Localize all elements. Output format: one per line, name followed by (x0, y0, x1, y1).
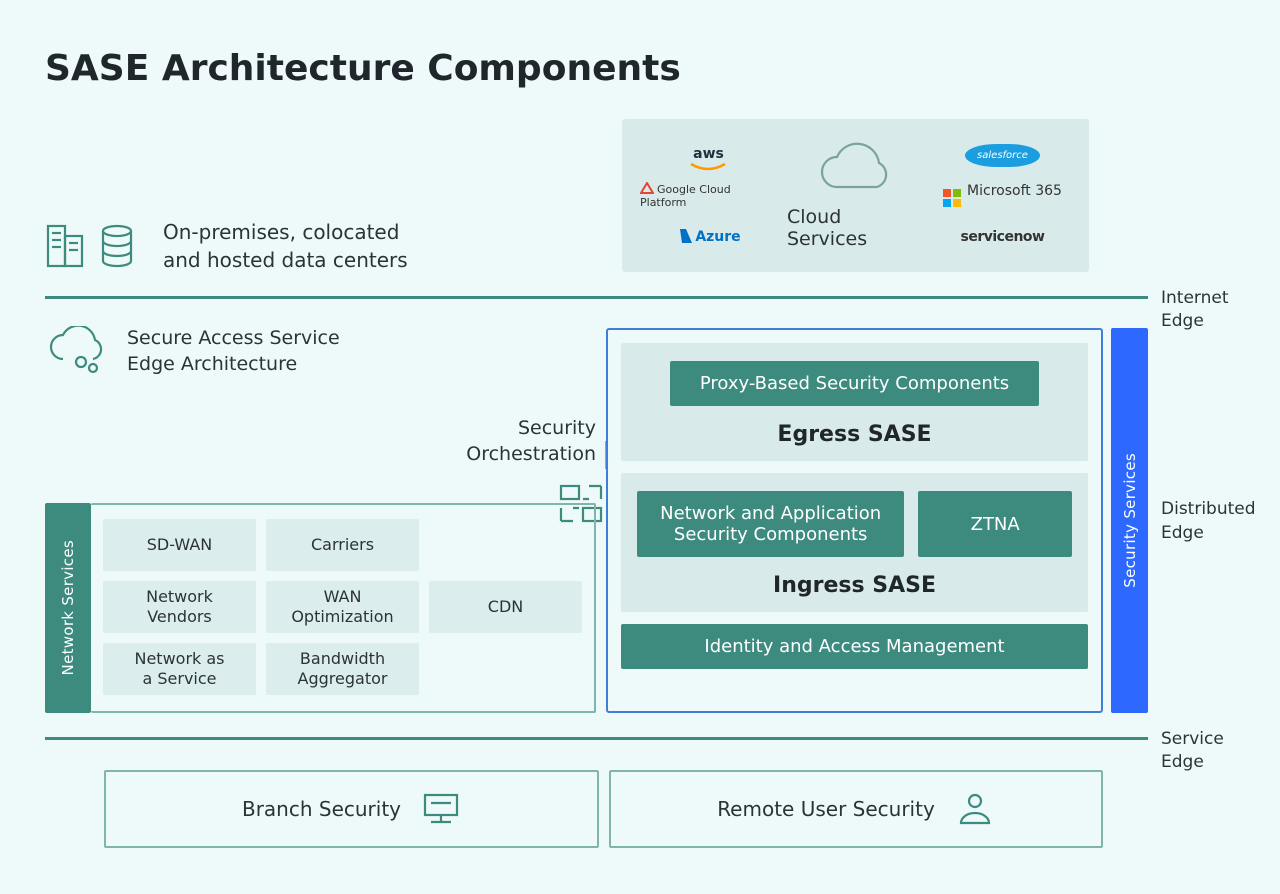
monitor-icon (421, 791, 461, 827)
internet-edge-label: Internet Edge (1161, 287, 1229, 333)
netsvc-item: WAN Optimization (266, 581, 419, 633)
logo-aws: aws (693, 146, 724, 162)
page-title: SASE Architecture Components (45, 48, 681, 89)
cloud-services-panel: aws Cloud Services salesforce Google Clo… (622, 119, 1089, 272)
cloud-icon (812, 142, 900, 198)
egress-title: Egress SASE (777, 422, 931, 447)
ingress-title: Ingress SASE (773, 573, 936, 598)
sase-box: Proxy-Based Security Components Egress S… (606, 328, 1103, 713)
service-edge-label: Service Edge (1161, 728, 1224, 774)
onprem-block: On-premises, colocated and hosted data c… (45, 218, 408, 274)
remote-user-security-box: Remote User Security (609, 770, 1103, 848)
branch-security-label: Branch Security (242, 797, 401, 821)
user-icon (955, 791, 995, 827)
internet-edge-divider: Internet Edge (45, 296, 1148, 299)
logo-azure: Azure (676, 229, 740, 245)
distributed-edge-label: Distributed Edge (1161, 498, 1256, 546)
logo-gcp: Google Cloud Platform (640, 182, 777, 209)
netsvc-item: Network as a Service (103, 643, 256, 695)
ingress-sase-panel: Network and Application Security Compone… (621, 473, 1088, 612)
onprem-line2: and hosted data centers (163, 246, 408, 274)
service-edge-divider: Service Edge (45, 737, 1148, 740)
egress-bar: Proxy-Based Security Components (670, 361, 1040, 406)
database-icon (99, 223, 135, 269)
logo-salesforce: salesforce (965, 146, 1040, 162)
security-services-sidebar-label: Security Services (1121, 453, 1139, 588)
ingress-bar-left: Network and Application Security Compone… (637, 491, 904, 557)
security-services-sidebar: Security Services (1111, 328, 1148, 713)
sase-label-line2: Edge Architecture (127, 352, 340, 378)
ingress-bar-right: ZTNA (918, 491, 1072, 557)
network-services-sidebar-label: Network Services (59, 540, 77, 675)
egress-sase-panel: Proxy-Based Security Components Egress S… (621, 343, 1088, 461)
cloud-gear-icon (45, 326, 105, 374)
network-services-box: SD-WAN Carriers Network Vendors WAN Opti… (91, 503, 596, 713)
branch-security-box: Branch Security (104, 770, 599, 848)
network-services-sidebar: Network Services (45, 503, 91, 713)
netsvc-item: SD-WAN (103, 519, 256, 571)
sase-label-line1: Secure Access Service (127, 326, 340, 352)
netsvc-item: Network Vendors (103, 581, 256, 633)
netsvc-item: Bandwidth Aggregator (266, 643, 419, 695)
cloud-services-label: Cloud Services (787, 206, 924, 250)
building-icon (45, 223, 87, 269)
sase-architecture-label: Secure Access Service Edge Architecture (45, 326, 340, 377)
remote-user-security-label: Remote User Security (717, 797, 935, 821)
iam-bar: Identity and Access Management (621, 624, 1088, 669)
security-orchestration-label: Security Orchestration (466, 416, 596, 467)
netsvc-item: CDN (429, 581, 582, 633)
netsvc-item: Carriers (266, 519, 419, 571)
onprem-line1: On-premises, colocated (163, 218, 408, 246)
logo-servicenow: servicenow (961, 229, 1045, 245)
logo-m365: Microsoft 365 (943, 183, 1062, 207)
